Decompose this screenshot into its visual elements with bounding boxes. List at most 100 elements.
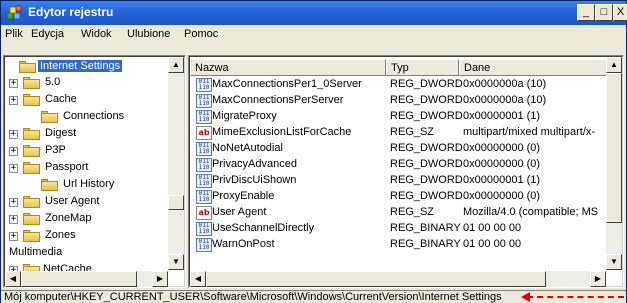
value-type: REG_DWORD <box>390 190 463 202</box>
value-data: 0x00000000 (0) <box>463 158 541 170</box>
binary-value-icon: 011 110 <box>196 174 212 188</box>
scroll-down-arrow-icon[interactable]: ▼ <box>168 254 184 270</box>
expand-icon[interactable]: + <box>9 232 18 241</box>
values-horizontal-scrollbar[interactable]: ◀ ▶ <box>190 271 606 287</box>
value-row[interactable]: 011 110 WarnOnPost REG_BINARY 01 00 00 00 <box>192 237 622 253</box>
value-name: WarnOnPost <box>212 238 275 250</box>
value-type: REG_SZ <box>390 126 435 138</box>
binary-value-icon: 011 110 <box>196 94 212 108</box>
scroll-thumb[interactable] <box>206 271 546 287</box>
value-row[interactable]: ab User Agent REG_SZ Mozilla/4.0 (compat… <box>192 205 622 221</box>
value-name: MaxConnectionsPerServer <box>212 94 344 106</box>
expand-icon[interactable]: + <box>9 130 18 139</box>
tree-item-label: Multimedia <box>9 246 63 258</box>
values-pane: Nazwa Typ Dane 011 110 MaxConnectionsPer1… <box>188 55 624 288</box>
scroll-up-arrow-icon[interactable]: ▲ <box>606 57 622 73</box>
column-header-name[interactable]: Nazwa <box>190 59 386 76</box>
tree-item-cache[interactable]: + Cache <box>7 92 167 109</box>
value-data: 01 00 00 00 <box>463 238 522 250</box>
tree-item-user-agent[interactable]: + User Agent <box>7 194 167 211</box>
maximize-button[interactable]: □ <box>595 4 613 21</box>
values-vertical-scrollbar[interactable]: ▲ ▼ <box>606 57 622 270</box>
menu-edycja[interactable]: Edycja <box>31 28 64 40</box>
minimize-button[interactable]: _ <box>577 4 595 21</box>
value-name: PrivDiscUiShown <box>212 174 297 186</box>
tree-vertical-scrollbar[interactable]: ▲ ▼ <box>168 57 184 270</box>
tree-item-url-history[interactable]: Url History <box>7 177 167 194</box>
folder-icon <box>23 94 40 106</box>
value-row[interactable]: 011 110 MigrateProxy REG_DWORD 0x00000001… <box>192 109 622 125</box>
scroll-left-arrow-icon[interactable]: ◀ <box>5 271 21 287</box>
value-row[interactable]: 011 110 NoNetAutodial REG_DWORD 0x0000000… <box>192 141 622 157</box>
expand-icon[interactable]: + <box>9 198 18 207</box>
menu-plik[interactable]: Plik <box>5 28 23 40</box>
tree-item-digest[interactable]: + Digest <box>7 126 167 143</box>
folder-icon <box>23 196 40 208</box>
annotation-arrow <box>527 296 624 298</box>
tree-item-zonemap[interactable]: + ZoneMap <box>7 211 167 228</box>
value-data: 0x00000001 (1) <box>463 174 541 186</box>
tree-item-label: Zones <box>45 229 76 241</box>
tree-item-p3p[interactable]: + P3P <box>7 143 167 160</box>
value-row[interactable]: 011 110 PrivDiscUiShown REG_DWORD 0x00000… <box>192 173 622 189</box>
value-row[interactable]: 011 110 UseSchannelDirectly REG_BINARY 01… <box>192 221 622 237</box>
tree-item-zones[interactable]: + Zones <box>7 228 167 245</box>
value-type: REG_DWORD <box>390 94 463 106</box>
menu-widok[interactable]: Widok <box>81 28 112 40</box>
tree-item-internet-settings[interactable]: Internet Settings <box>19 59 169 76</box>
binary-value-icon: 011 110 <box>196 110 212 124</box>
tree-item-5-0[interactable]: + 5.0 <box>7 75 167 92</box>
tree-item-label: P3P <box>45 144 66 156</box>
value-row[interactable]: 011 110 MaxConnectionsPer1_0Server REG_DW… <box>192 77 622 93</box>
scroll-left-arrow-icon[interactable]: ◀ <box>190 271 206 287</box>
values-list: Nazwa Typ Dane 011 110 MaxConnectionsPer1… <box>189 56 623 287</box>
string-value-icon: ab <box>196 206 212 220</box>
binary-value-icon: 011 110 <box>196 222 212 236</box>
status-bar: Mój komputer\HKEY_CURRENT_USER\Software\… <box>1 290 626 303</box>
string-value-icon: ab <box>196 126 212 140</box>
current-key-path: Mój komputer\HKEY_CURRENT_USER\Software\… <box>4 291 502 303</box>
value-name: MigrateProxy <box>212 110 277 122</box>
tree-item-passport[interactable]: + Passport <box>7 160 167 177</box>
tree-item-label: Digest <box>45 127 77 139</box>
scroll-thumb[interactable] <box>21 271 137 287</box>
tree-item-label: Cache <box>45 93 77 105</box>
title-bar[interactable]: Edytor rejestru _ □ X <box>1 1 627 25</box>
scroll-thumb[interactable] <box>168 195 184 210</box>
value-row[interactable]: 011 110 PrivacyAdvanced REG_DWORD 0x00000… <box>192 157 622 173</box>
value-type: REG_DWORD <box>390 158 463 170</box>
tree-item-label: Passport <box>45 161 89 173</box>
expand-icon[interactable]: + <box>9 79 18 88</box>
tree-item-multimedia[interactable]: Multimedia <box>7 245 167 262</box>
scroll-thumb[interactable] <box>606 73 622 223</box>
value-type: REG_DWORD <box>390 78 463 90</box>
expand-icon[interactable]: + <box>9 147 18 156</box>
value-row[interactable]: 011 110 MaxConnectionsPerServer REG_DWORD… <box>192 93 622 109</box>
expand-icon[interactable]: + <box>9 215 18 224</box>
scroll-right-arrow-icon[interactable]: ▶ <box>152 271 168 287</box>
value-name: ProxyEnable <box>212 190 275 202</box>
value-row[interactable]: ab MimeExclusionListForCache REG_SZ mult… <box>192 125 622 141</box>
menu-ulubione[interactable]: Ulubione <box>127 28 170 40</box>
scroll-down-arrow-icon[interactable]: ▼ <box>606 254 622 270</box>
menu-pomoc[interactable]: Pomoc <box>184 28 218 40</box>
regedit-window: Edytor rejestru _ □ X Plik Edycja Widok … <box>0 0 627 303</box>
tree-item-label: Url History <box>63 178 115 190</box>
value-name: NoNetAutodial <box>212 142 283 154</box>
close-button[interactable]: X <box>613 4 627 21</box>
column-header-data[interactable]: Dane <box>459 59 622 76</box>
scroll-right-arrow-icon[interactable]: ▶ <box>590 271 606 287</box>
expand-icon[interactable]: + <box>9 164 18 173</box>
menu-bar: Plik Edycja Widok Ulubione Pomoc <box>1 25 626 45</box>
value-type: REG_BINARY <box>390 222 461 234</box>
folder-icon <box>23 230 40 242</box>
expand-icon[interactable]: + <box>9 96 18 105</box>
tree-horizontal-scrollbar[interactable]: ◀ ▶ <box>5 271 168 287</box>
value-row[interactable]: 011 110 ProxyEnable REG_DWORD 0x00000000 … <box>192 189 622 205</box>
tree-item-connections[interactable]: Connections <box>7 109 167 126</box>
value-name: MaxConnectionsPer1_0Server <box>212 78 362 90</box>
scroll-up-arrow-icon[interactable]: ▲ <box>168 57 184 73</box>
value-data: 0x00000000 (0) <box>463 142 541 154</box>
column-header-type[interactable]: Typ <box>386 59 459 76</box>
folder-icon <box>23 145 40 157</box>
